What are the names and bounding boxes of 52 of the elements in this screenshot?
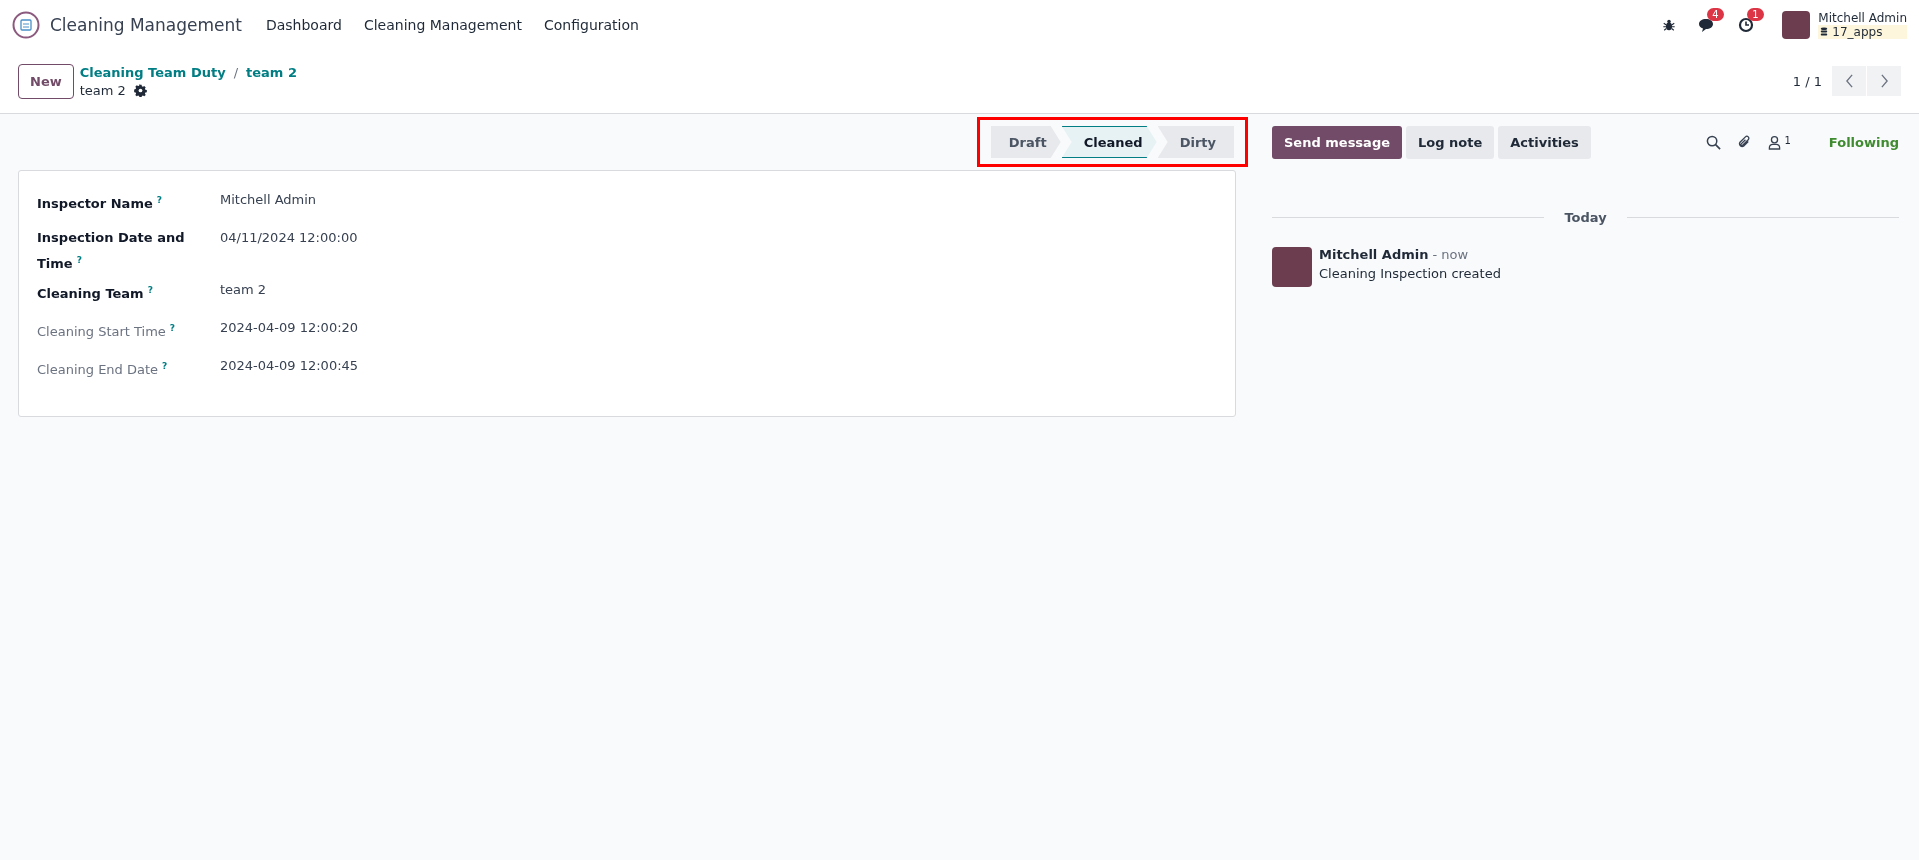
field-label: Inspection Date and Time $^{?}$ [37, 229, 186, 274]
app-logo-icon[interactable] [12, 10, 40, 39]
help-tooltip[interactable]: ? [76, 255, 82, 265]
database-name: 17_apps [1832, 24, 1883, 39]
field-value: 2024-04-09 12:00:45 [220, 357, 359, 376]
message-author: Mitchell Admin [1319, 247, 1429, 262]
chevron-right-icon [1879, 74, 1889, 88]
clock-icon[interactable] [1738, 16, 1755, 33]
new-button[interactable]: New [18, 63, 74, 99]
gear-icon[interactable] [133, 83, 147, 97]
notification-badge: 4 [1707, 7, 1724, 21]
breadcrumb-link[interactable]: team 2 [246, 64, 297, 80]
chevron-left-icon [1844, 74, 1854, 88]
chatter-button[interactable]: Send message [1272, 125, 1402, 159]
status-stage[interactable]: Draft [990, 126, 1061, 158]
menu-item[interactable]: Dashboard [265, 16, 342, 33]
field-value: 04/11/2024 12:00:00 [220, 229, 358, 247]
avatar[interactable] [1782, 10, 1811, 39]
field-label: Cleaning Team $^{?}$ [37, 284, 154, 304]
field-value: team 2 [220, 281, 267, 300]
status-stage[interactable]: Cleaned [1061, 126, 1157, 158]
followers-count: 1 [1784, 134, 1791, 146]
help-tooltip[interactable]: ? [162, 361, 168, 372]
message-time: - now [1432, 247, 1469, 262]
field-label: Cleaning End Date $^{?}$ [37, 360, 169, 380]
app-name[interactable]: Cleaning Management [50, 14, 242, 35]
message-body: Cleaning Inspection created [1319, 266, 1501, 281]
pager-value[interactable]: 1 / 1 [1792, 73, 1822, 89]
following-button[interactable]: Following [1828, 134, 1899, 150]
breadcrumb-separator: / [233, 64, 239, 80]
notification-badge: 1 [1747, 7, 1764, 21]
help-tooltip[interactable]: ? [147, 285, 153, 296]
help-tooltip[interactable]: ? [156, 195, 162, 205]
menu-item[interactable]: Configuration [543, 16, 639, 33]
chatter-button[interactable]: Log note [1406, 125, 1495, 159]
user-name[interactable]: Mitchell Admin [1818, 10, 1907, 25]
field-value: Mitchell Admin [220, 191, 317, 209]
date-separator: Today [1564, 210, 1607, 225]
status-stage[interactable]: Dirty [1157, 126, 1234, 158]
record-name: team 2 [79, 82, 126, 98]
bug-icon[interactable] [1662, 17, 1677, 32]
breadcrumb-link[interactable]: Cleaning Team Duty [79, 64, 226, 80]
help-tooltip[interactable]: ? [169, 323, 176, 334]
field-label: Inspector Name $^{?}$ [37, 194, 163, 214]
chatter-button[interactable]: Activities [1498, 125, 1591, 159]
avatar [1272, 247, 1312, 287]
search-icon[interactable] [1706, 134, 1722, 150]
field-value: 2024-04-09 12:00:20 [220, 319, 359, 338]
database-icon [1820, 26, 1829, 37]
field-label: Cleaning Start Time $^{?}$ [37, 322, 177, 342]
menu-item[interactable]: Cleaning Management [363, 16, 522, 33]
person-icon[interactable] [1768, 134, 1782, 150]
